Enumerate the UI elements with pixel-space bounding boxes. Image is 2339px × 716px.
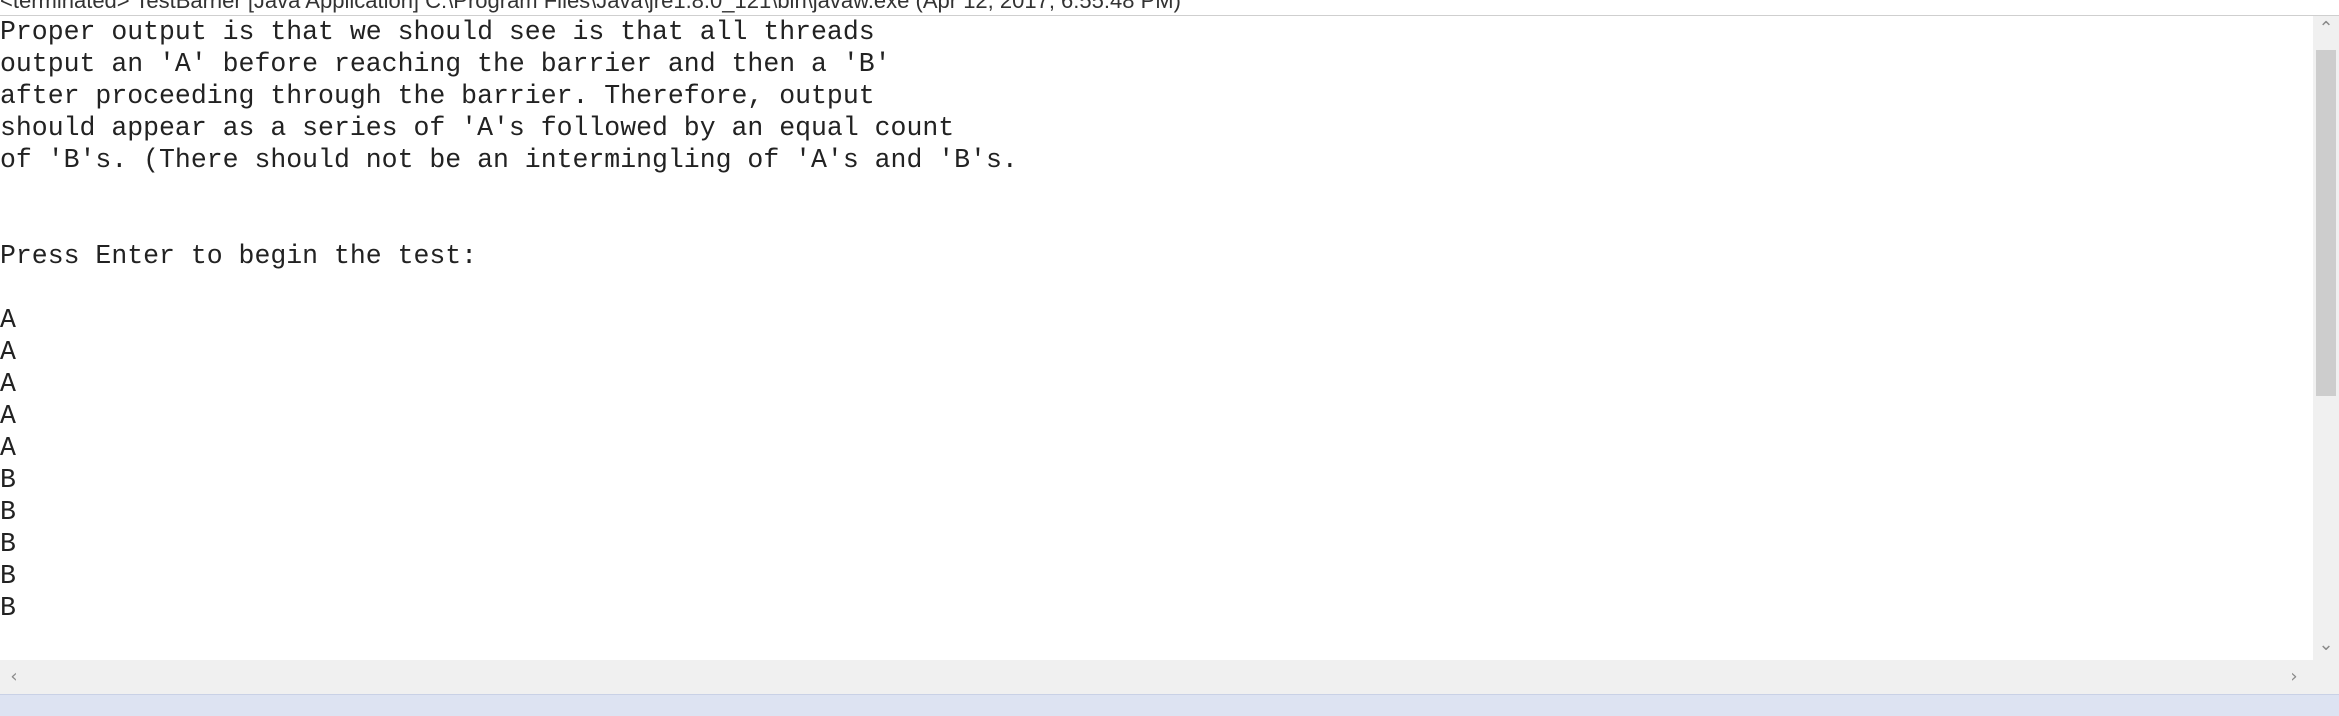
console-line: B xyxy=(0,529,16,559)
scrollbar-corner xyxy=(2313,660,2339,694)
status-bar xyxy=(0,694,2339,716)
console-header: <terminated> TestBarrier [Java Applicati… xyxy=(0,0,2339,16)
console-line: A xyxy=(0,369,16,399)
console-line: B xyxy=(0,465,16,495)
console-line: of 'B's. (There should not be an intermi… xyxy=(0,145,1018,175)
vertical-scrollbar[interactable]: ⌃ ⌄ xyxy=(2313,16,2339,660)
chevron-left-icon[interactable]: ‹ xyxy=(6,668,22,686)
console-line: Proper output is that we should see is t… xyxy=(0,17,875,47)
console-line: B xyxy=(0,561,16,591)
console-line: should appear as a series of 'A's follow… xyxy=(0,113,955,143)
horizontal-scrollbar[interactable]: ‹ › xyxy=(0,660,2313,694)
console-line: A xyxy=(0,401,16,431)
console-line: B xyxy=(0,497,16,527)
vertical-scroll-thumb[interactable] xyxy=(2316,50,2336,396)
chevron-up-icon[interactable]: ⌃ xyxy=(2317,20,2335,38)
chevron-right-icon[interactable]: › xyxy=(2286,668,2302,686)
console-line: A xyxy=(0,433,16,463)
console-line: output an 'A' before reaching the barrie… xyxy=(0,49,891,79)
console-line: A xyxy=(0,305,16,335)
console-line: after proceeding through the barrier. Th… xyxy=(0,81,875,111)
console-output-area[interactable]: Proper output is that we should see is t… xyxy=(0,16,2313,660)
console-line: Press Enter to begin the test: xyxy=(0,241,478,271)
console-line: B xyxy=(0,593,16,623)
console-line: A xyxy=(0,337,16,367)
console-text: Proper output is that we should see is t… xyxy=(0,16,1018,624)
chevron-down-icon[interactable]: ⌄ xyxy=(2317,636,2335,654)
launch-info-label: <terminated> TestBarrier [Java Applicati… xyxy=(0,0,1181,13)
